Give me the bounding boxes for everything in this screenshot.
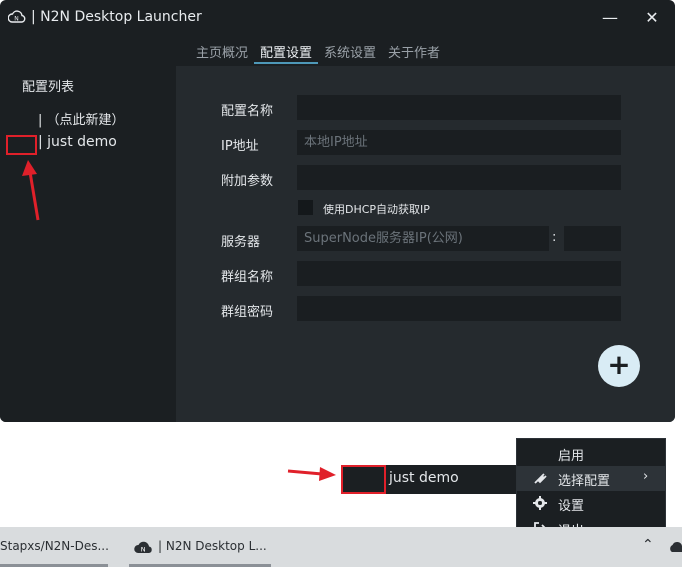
submenu-arrow-icon: › <box>643 469 649 484</box>
tray-app-icon[interactable] <box>670 540 682 554</box>
port-input[interactable] <box>564 226 621 251</box>
tab-system[interactable]: 系统设置 <box>318 38 382 64</box>
tray-overflow-chevron-icon[interactable]: ⌃ <box>642 537 654 553</box>
tab-bar: 主页概况 配置设置 系统设置 关于作者 <box>190 38 446 64</box>
screen: N | N2N Desktop Launcher — ✕ 主页概况 配置设置 系… <box>0 0 682 567</box>
cloud-logo-icon: N <box>8 10 26 23</box>
tab-home[interactable]: 主页概况 <box>190 38 254 64</box>
tab-config[interactable]: 配置设置 <box>254 38 319 64</box>
dhcp-label: 使用DHCP自动获取IP <box>323 203 430 216</box>
server-input[interactable]: SuperNode服务器IP(公网) <box>297 226 549 251</box>
server-port-separator: : <box>552 230 557 245</box>
config-name-label: 配置名称 <box>221 104 274 119</box>
app-window: N | N2N Desktop Launcher — ✕ 主页概况 配置设置 系… <box>0 0 675 422</box>
taskbar-item-browser[interactable]: Stapxs/N2N-Des... <box>0 527 118 567</box>
server-label: 服务器 <box>221 235 261 250</box>
config-name-input[interactable] <box>297 95 621 120</box>
extra-args-input[interactable] <box>297 165 621 190</box>
dhcp-checkbox[interactable] <box>298 200 313 215</box>
config-item-just-demo[interactable]: | just demo <box>38 134 117 150</box>
menu-item-select-config-label: 选择配置 <box>558 474 611 489</box>
extra-args-label: 附加参数 <box>221 174 274 189</box>
annotation-arrow-icon <box>22 160 40 221</box>
n2n-cloud-icon: N <box>134 541 152 554</box>
group-password-input[interactable] <box>297 296 621 321</box>
menu-item-enable[interactable]: 启用 <box>517 441 665 466</box>
group-password-label: 群组密码 <box>221 305 274 320</box>
taskbar-item-n2n-label: | N2N Desktop L... <box>158 539 267 553</box>
add-config-button[interactable]: + <box>598 345 640 387</box>
config-form-panel: 配置名称 IP地址 本地IP地址 附加参数 使用DHCP自动获取IP 服务器 S… <box>176 66 675 422</box>
close-button[interactable]: ✕ <box>640 8 664 28</box>
ip-input[interactable]: 本地IP地址 <box>297 130 621 155</box>
tray-config-name[interactable]: just demo <box>389 470 459 486</box>
annotation-highlight-box-tray <box>341 465 386 494</box>
group-name-label: 群组名称 <box>221 270 274 285</box>
svg-text:N: N <box>14 15 19 22</box>
annotation-arrow-tray-icon <box>287 467 336 481</box>
taskbar-item-n2n[interactable]: N | N2N Desktop L... <box>125 527 275 567</box>
minimize-button[interactable]: — <box>598 8 622 28</box>
new-config-item[interactable]: | （点此新建） <box>38 109 125 128</box>
annotation-highlight-box <box>6 135 37 155</box>
tab-about[interactable]: 关于作者 <box>382 38 446 64</box>
menu-item-enable-label: 启用 <box>558 449 585 464</box>
config-list-title: 配置列表 <box>22 80 75 95</box>
plug-icon <box>534 473 547 484</box>
menu-item-select-config[interactable]: 选择配置 › <box>517 466 665 491</box>
menu-item-settings-label: 设置 <box>558 499 585 514</box>
title-bar: N | N2N Desktop Launcher — ✕ <box>0 0 675 36</box>
taskbar: Stapxs/N2N-Des... N | N2N Desktop L... ⌃ <box>0 527 682 567</box>
window-title: | N2N Desktop Launcher <box>31 9 202 25</box>
config-list-sidebar: 配置列表 | （点此新建） | just demo <box>0 66 176 422</box>
gear-icon <box>533 496 547 510</box>
menu-item-settings[interactable]: 设置 <box>517 491 665 516</box>
taskbar-item-browser-label: Stapxs/N2N-Des... <box>0 539 109 553</box>
ip-label: IP地址 <box>221 139 259 154</box>
group-name-input[interactable] <box>297 261 621 286</box>
svg-text:N: N <box>141 546 146 554</box>
